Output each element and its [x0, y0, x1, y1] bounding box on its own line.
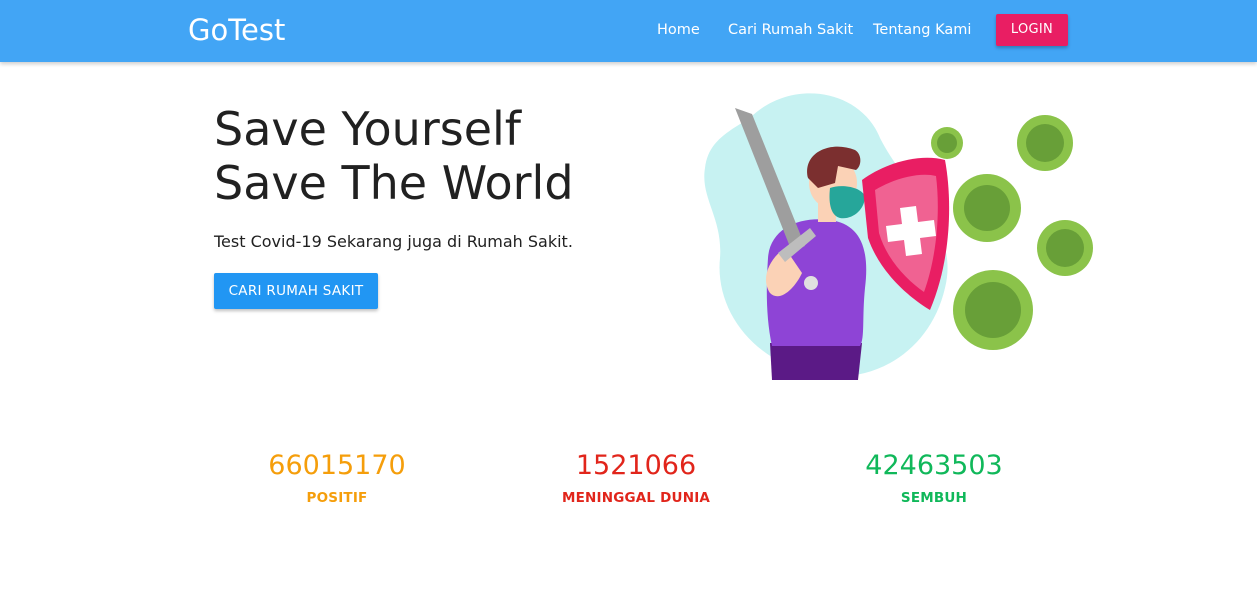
- sword-pommel: [804, 276, 818, 290]
- virus-1: [931, 127, 963, 159]
- login-button[interactable]: LOGIN: [996, 14, 1068, 46]
- hero-title-line-2: Save The World: [214, 156, 574, 210]
- stat-sembuh-value: 42463503: [865, 450, 1003, 481]
- stat-meninggal-dunia: 1521066 MENINGGAL DUNIA: [486, 448, 786, 507]
- nav-link-cari-rumah-sakit[interactable]: Cari Rumah Sakit: [728, 21, 853, 39]
- stat-meninggal-dunia-value: 1521066: [575, 450, 697, 481]
- brand-logo[interactable]: GoTest: [188, 12, 285, 48]
- cari-rumah-sakit-button[interactable]: CARI RUMAH SAKIT: [214, 273, 378, 309]
- virus-5: [953, 270, 1033, 350]
- stat-positif-label: POSITIF: [306, 490, 368, 506]
- nav-link-home[interactable]: Home: [657, 21, 700, 39]
- hero-title: Save Yourself Save The World: [214, 102, 574, 210]
- stat-meninggal-dunia-label: MENINGGAL DUNIA: [561, 490, 711, 506]
- virus-3: [953, 174, 1021, 242]
- nav-link-tentang-kami[interactable]: Tentang Kami: [873, 21, 971, 39]
- virus-2: [1017, 115, 1073, 171]
- navbar: GoTest Home Cari Rumah Sakit Tentang Kam…: [0, 0, 1257, 62]
- stat-sembuh: 42463503 SEMBUH: [784, 448, 1084, 507]
- stat-sembuh-label: SEMBUH: [900, 490, 968, 506]
- hero-subtitle: Test Covid-19 Sekarang juga di Rumah Sak…: [214, 232, 573, 251]
- pants: [770, 343, 862, 380]
- virus-4: [1037, 220, 1093, 276]
- stat-positif: 66015170 POSITIF: [187, 448, 487, 507]
- hero-illustration: [704, 93, 1093, 380]
- stat-positif-value: 66015170: [268, 450, 406, 481]
- hero-title-line-1: Save Yourself: [214, 102, 521, 156]
